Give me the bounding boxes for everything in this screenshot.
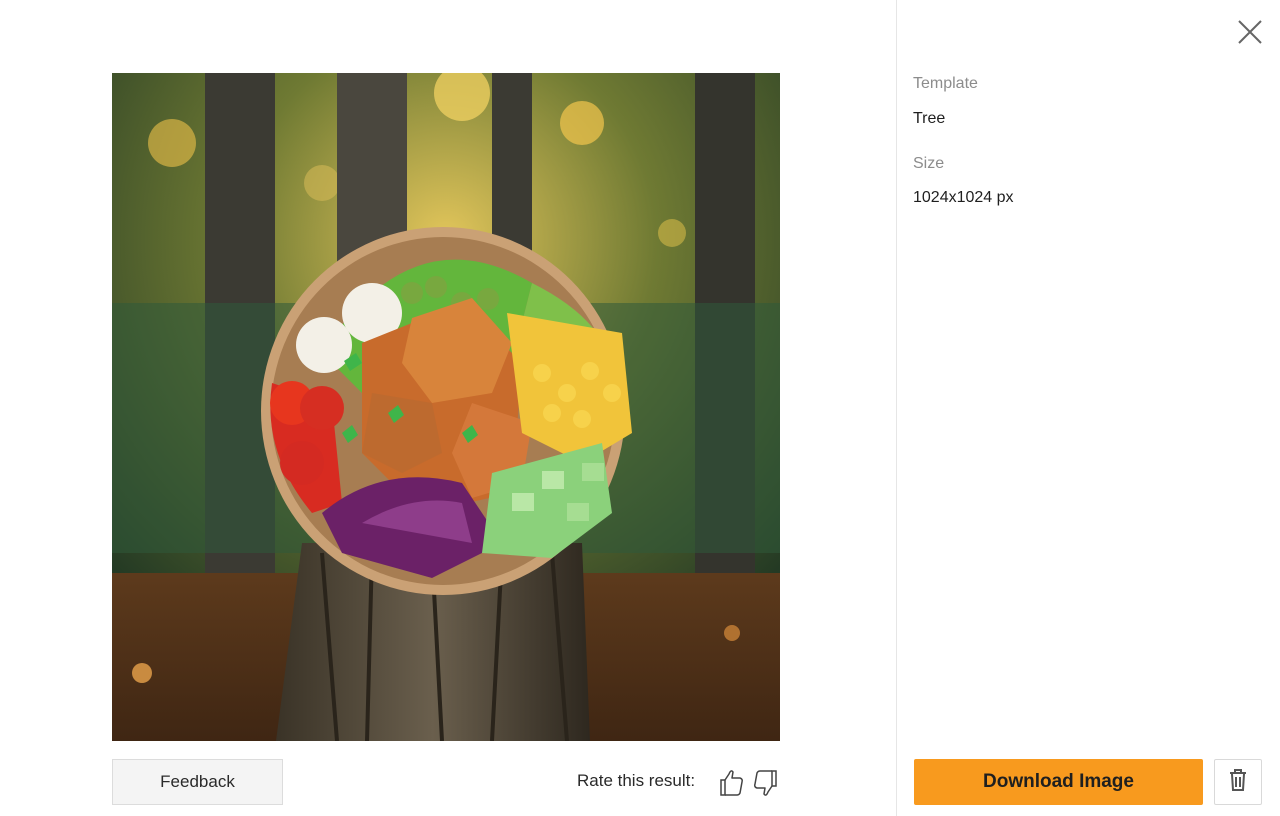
close-icon[interactable] — [1234, 16, 1266, 48]
feedback-button-label: Feedback — [160, 772, 235, 791]
image-result-pane: Feedback Rate this result: — [0, 0, 896, 816]
rate-result-label: Rate this result: — [577, 771, 696, 790]
size-value: 1024x1024 px — [913, 189, 1014, 206]
thumbs-down-icon[interactable] — [753, 766, 779, 800]
thumbs-up-icon[interactable] — [718, 766, 744, 800]
trash-icon — [1227, 768, 1249, 797]
download-image-label: Download Image — [983, 771, 1134, 792]
download-image-button[interactable]: Download Image — [914, 759, 1203, 805]
generated-image — [112, 73, 780, 741]
details-panel — [897, 0, 1280, 816]
size-label: Size — [913, 155, 945, 172]
template-label: Template — [913, 75, 978, 92]
template-value: Tree — [913, 110, 946, 127]
feedback-button[interactable]: Feedback — [112, 759, 283, 805]
delete-button[interactable] — [1214, 759, 1262, 805]
